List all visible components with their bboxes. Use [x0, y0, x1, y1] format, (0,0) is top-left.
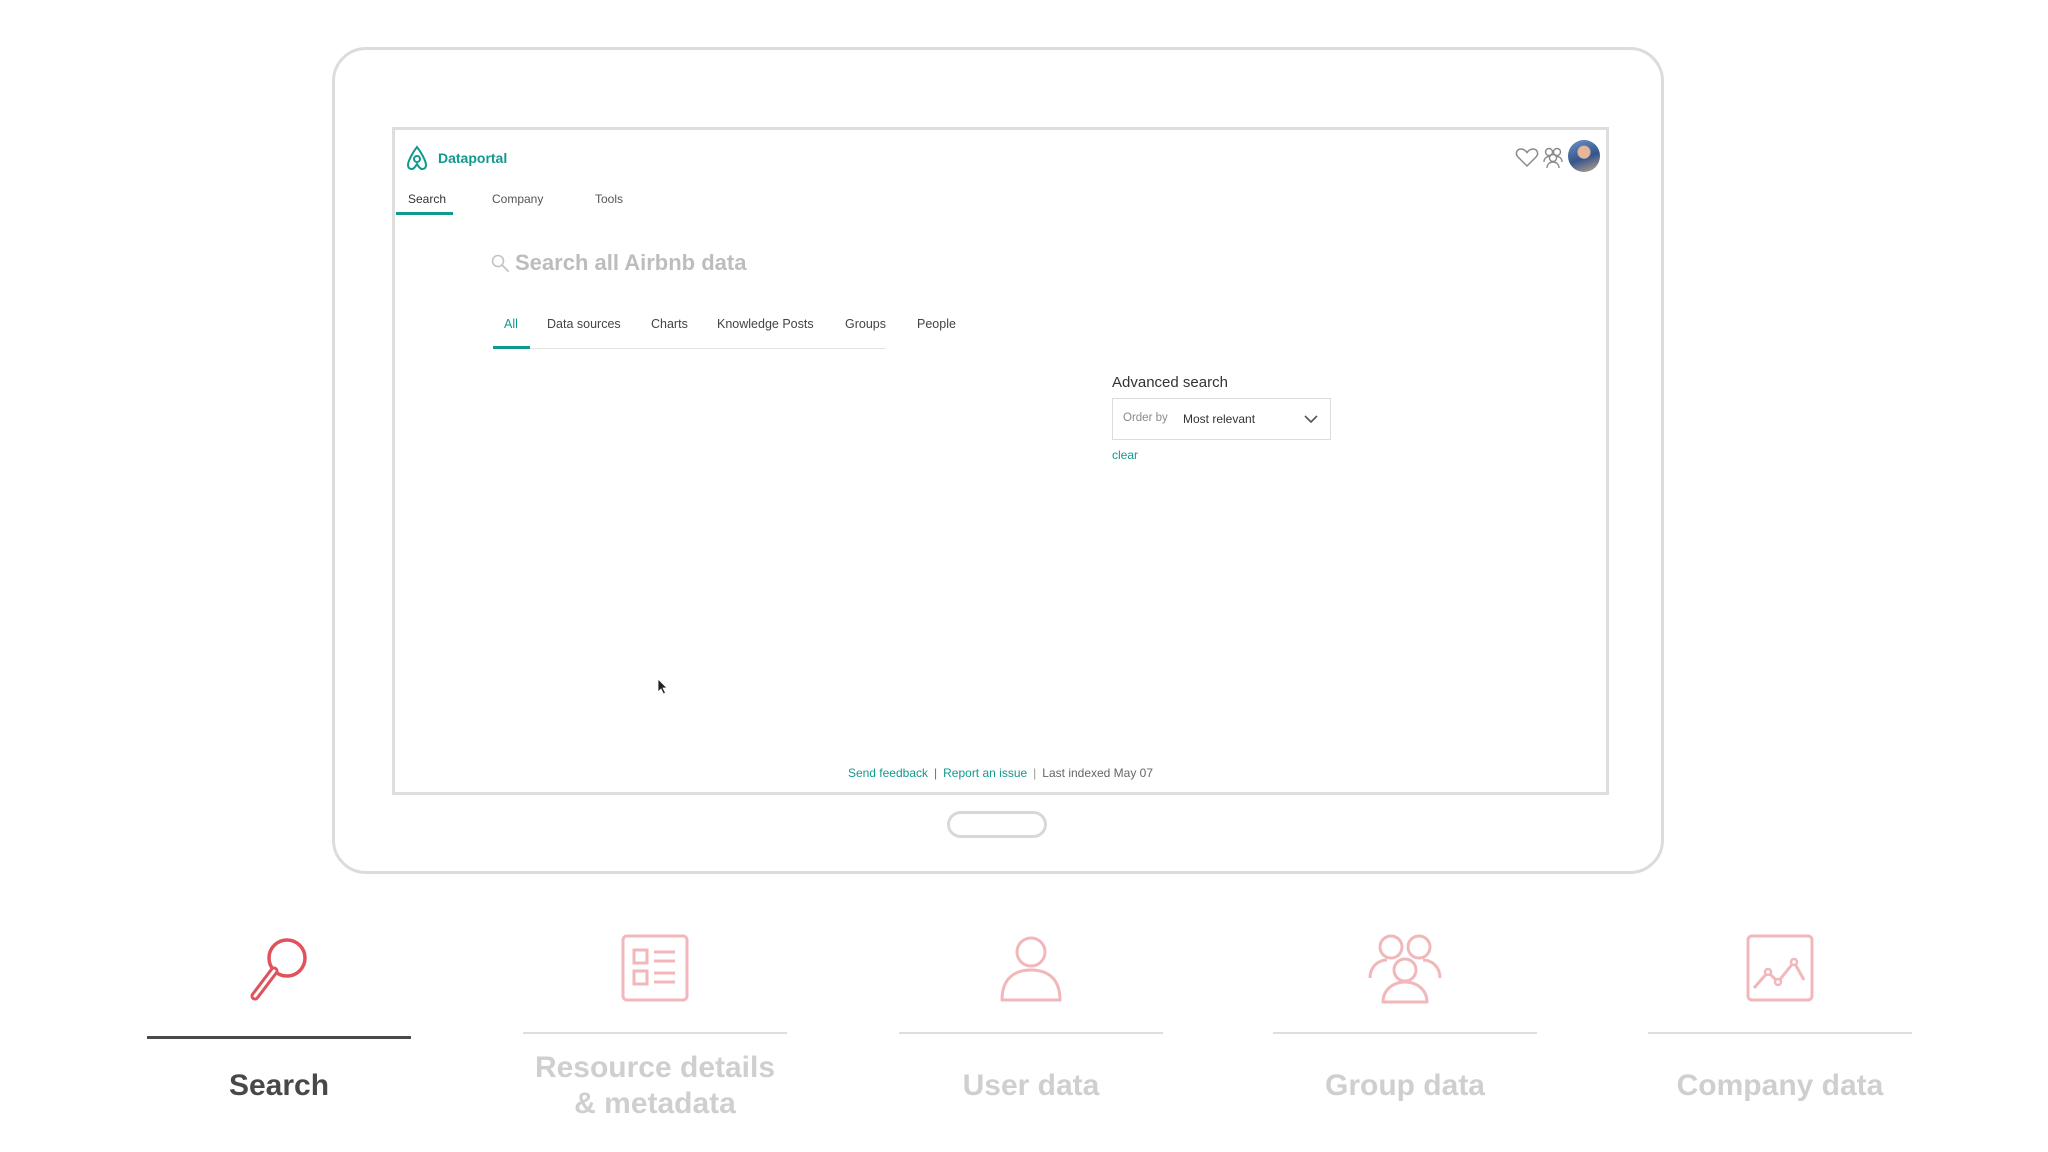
feature-underline: [1648, 1032, 1912, 1034]
subtab-all[interactable]: All: [504, 317, 518, 331]
footer: Send feedback | Report an issue | Last index…: [395, 766, 1606, 780]
order-by-label: Order by: [1123, 412, 1168, 424]
feature-company-data[interactable]: Company data: [1648, 930, 1912, 1102]
last-indexed-text: Last indexed May 07: [1042, 766, 1154, 780]
clear-link[interactable]: clear: [1112, 448, 1138, 462]
footer-separator: |: [934, 766, 938, 780]
details-list-icon: [621, 934, 689, 1002]
feature-label: Group data: [1324, 1069, 1485, 1102]
subtab-data-sources[interactable]: Data sources: [547, 317, 621, 331]
user-avatar[interactable]: [1568, 140, 1600, 172]
feature-label: Search: [228, 1069, 330, 1102]
feature-search[interactable]: Search: [147, 930, 411, 1102]
feature-underline: [523, 1032, 787, 1034]
send-feedback-link[interactable]: Send feedback: [848, 766, 928, 780]
heart-icon[interactable]: [1514, 144, 1540, 170]
feature-resource-details[interactable]: Resource details & metadata: [523, 930, 787, 1120]
feature-user-data[interactable]: User data: [899, 930, 1163, 1102]
group-icon[interactable]: [1540, 144, 1566, 170]
feature-underline: [1273, 1032, 1537, 1034]
subtab-knowledge-posts[interactable]: Knowledge Posts: [717, 317, 814, 331]
active-tab-indicator: [396, 212, 453, 215]
order-by-select[interactable]: Order by Most relevant: [1112, 398, 1331, 440]
user-icon: [1000, 936, 1062, 1002]
feature-label: User data: [962, 1069, 1100, 1102]
mouse-cursor-icon: [657, 678, 668, 695]
feature-group-data[interactable]: Group data: [1273, 930, 1537, 1102]
subtab-groups[interactable]: Groups: [845, 317, 886, 331]
tab-search[interactable]: Search: [408, 192, 446, 206]
magnifier-icon: [250, 938, 307, 1001]
subtab-charts[interactable]: Charts: [651, 317, 688, 331]
report-issue-link[interactable]: Report an issue: [943, 766, 1027, 780]
airbnb-logo-icon: [406, 145, 428, 170]
feature-underline: [899, 1032, 1163, 1034]
brand-name[interactable]: Dataportal: [438, 150, 507, 166]
chevron-down-icon: [1304, 415, 1318, 424]
tab-company[interactable]: Company: [492, 192, 543, 206]
app-screen: Dataportal Search Company Tools All Data…: [392, 127, 1609, 795]
advanced-search-title: Advanced search: [1112, 374, 1228, 391]
feature-label: Resource details & metadata: [534, 1051, 776, 1120]
tab-tools[interactable]: Tools: [595, 192, 623, 206]
active-subtab-indicator: [493, 346, 530, 349]
order-by-value: Most relevant: [1183, 412, 1256, 426]
footer-separator: |: [1033, 766, 1037, 780]
tablet-home-button: [947, 811, 1047, 838]
feature-underline: [147, 1036, 411, 1039]
chart-icon: [1746, 934, 1814, 1002]
group-icon: [1368, 934, 1442, 1004]
feature-label: Company data: [1676, 1069, 1884, 1102]
search-icon: [491, 254, 509, 272]
subtab-people[interactable]: People: [917, 317, 956, 331]
subtab-divider: [493, 348, 886, 349]
search-input[interactable]: [515, 247, 1015, 279]
